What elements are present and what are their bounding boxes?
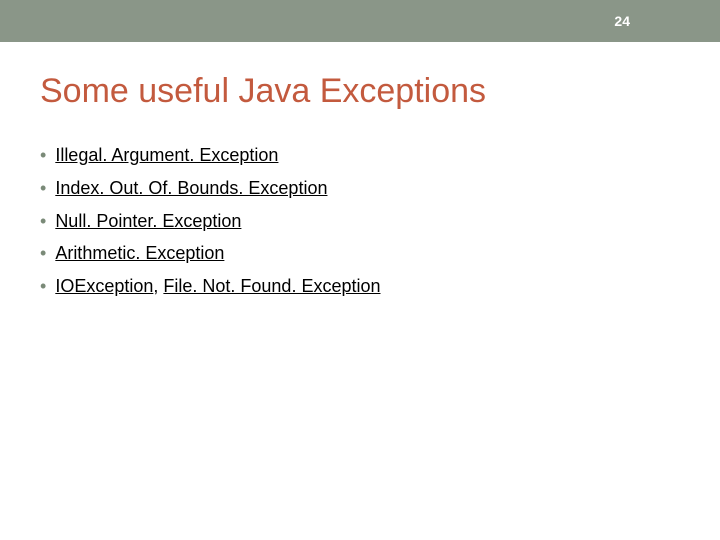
list-item: Arithmetic. Exception — [40, 239, 720, 268]
exception-link: File. Not. Found. Exception — [163, 276, 380, 296]
header-bar: 24 — [0, 0, 720, 42]
list-item: Illegal. Argument. Exception — [40, 141, 720, 170]
exception-link: Illegal. Argument. Exception — [55, 145, 278, 165]
page-number: 24 — [614, 13, 630, 29]
list-item: Null. Pointer. Exception — [40, 207, 720, 236]
slide-title: Some useful Java Exceptions — [40, 72, 720, 111]
separator: , — [153, 276, 163, 296]
exception-link: IOException — [55, 276, 153, 296]
list-item: IOException, File. Not. Found. Exception — [40, 272, 720, 301]
exception-link: Index. Out. Of. Bounds. Exception — [55, 178, 327, 198]
exception-link: Arithmetic. Exception — [55, 243, 224, 263]
bullet-list: Illegal. Argument. Exception Index. Out.… — [40, 141, 720, 301]
list-item: Index. Out. Of. Bounds. Exception — [40, 174, 720, 203]
exception-link: Null. Pointer. Exception — [55, 211, 241, 231]
